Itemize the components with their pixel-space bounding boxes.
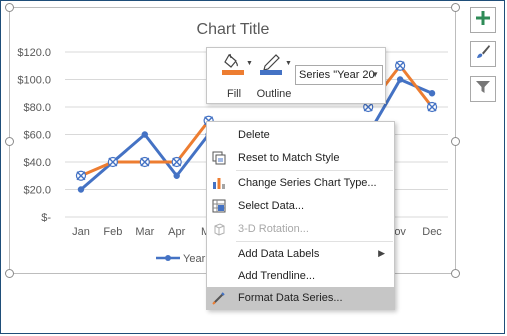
menu-item-label: Add Data Labels bbox=[238, 248, 320, 260]
chart-elements-button[interactable] bbox=[470, 7, 496, 33]
series-1-point[interactable] bbox=[396, 76, 404, 83]
menu-item-add-data-labels[interactable]: Add Data Labels ▶ bbox=[207, 243, 394, 265]
bar-chart-icon bbox=[212, 176, 226, 190]
y-tick-label: $80.0 bbox=[23, 102, 51, 114]
y-tick-label: $60.0 bbox=[23, 130, 51, 142]
series-2-point-selected[interactable] bbox=[75, 170, 87, 181]
reset-style-icon bbox=[212, 151, 226, 165]
paint-bucket-icon bbox=[222, 52, 248, 81]
series-2-point-selected[interactable] bbox=[171, 156, 182, 168]
select-data-icon bbox=[212, 199, 226, 213]
resize-handle-br[interactable] bbox=[451, 269, 460, 278]
fill-label: Fill bbox=[226, 88, 242, 100]
series-selector[interactable]: Series "Year 20 ▼ bbox=[295, 65, 383, 85]
y-tick-label: $40.0 bbox=[23, 157, 51, 169]
menu-item-label: Delete bbox=[238, 129, 270, 141]
menu-item-format-data-series[interactable]: Format Data Series... bbox=[207, 287, 394, 309]
legend-marker bbox=[165, 255, 171, 261]
menu-item-add-trendline[interactable]: Add Trendline... bbox=[207, 265, 394, 287]
x-tick-label: Feb bbox=[103, 226, 122, 238]
plus-icon bbox=[475, 10, 491, 31]
resize-handle-bl[interactable] bbox=[5, 269, 14, 278]
y-tick-label: $20.0 bbox=[23, 185, 51, 197]
outline-label: Outline bbox=[256, 88, 292, 100]
menu-item-reset-to-match-style[interactable]: Reset to Match Style bbox=[207, 147, 394, 169]
cube-icon bbox=[212, 222, 226, 236]
context-menu: Delete Reset to Match Style Change Serie… bbox=[206, 121, 395, 310]
x-tick-label: Apr bbox=[168, 226, 185, 238]
resize-handle-mr[interactable] bbox=[451, 137, 460, 146]
menu-item-label: Reset to Match Style bbox=[238, 152, 340, 164]
menu-separator bbox=[236, 241, 393, 242]
chart-filters-button[interactable] bbox=[470, 76, 496, 102]
menu-item-label: Select Data... bbox=[238, 200, 305, 212]
menu-item-label: Add Trendline... bbox=[238, 270, 316, 282]
menu-separator bbox=[236, 170, 393, 171]
series-2-point-selected[interactable] bbox=[139, 156, 150, 168]
series-selector-value: Series "Year 20 bbox=[299, 69, 375, 81]
fill-button[interactable]: ▼ Fill bbox=[212, 52, 256, 100]
series-2-point-selected[interactable] bbox=[107, 156, 118, 168]
menu-item-change-series-chart-type[interactable]: Change Series Chart Type... bbox=[207, 172, 394, 194]
series-2-point-selected[interactable] bbox=[426, 101, 438, 113]
menu-item-label: Format Data Series... bbox=[238, 292, 343, 304]
x-tick-label: Mar bbox=[135, 226, 154, 238]
x-tick-label: Dec bbox=[422, 226, 442, 238]
y-tick-label: $- bbox=[41, 212, 51, 224]
y-tick-label: $120.0 bbox=[17, 47, 51, 59]
menu-item-label: Change Series Chart Type... bbox=[238, 177, 377, 189]
filter-icon bbox=[475, 79, 491, 100]
format-mini-toolbar: ▼ Fill ▼ Outline Series "Year 20 ▼ bbox=[206, 47, 386, 104]
chart-title[interactable]: Chart Title bbox=[197, 21, 270, 38]
resize-handle-tr[interactable] bbox=[451, 3, 460, 12]
resize-handle-ml[interactable] bbox=[5, 137, 14, 146]
menu-item-select-data[interactable]: Select Data... bbox=[207, 195, 394, 217]
menu-item-delete[interactable]: Delete bbox=[207, 124, 394, 146]
outline-dropdown-icon[interactable]: ▼ bbox=[285, 60, 292, 67]
menu-item-label: 3-D Rotation... bbox=[238, 223, 309, 235]
outline-button[interactable]: ▼ Outline bbox=[252, 52, 296, 100]
y-tick-label: $100.0 bbox=[17, 75, 51, 87]
brush-icon bbox=[475, 44, 491, 65]
series-1-point[interactable] bbox=[173, 172, 180, 179]
menu-item-3d-rotation[interactable]: 3-D Rotation... bbox=[207, 218, 394, 240]
resize-handle-tl[interactable] bbox=[5, 3, 14, 12]
format-series-icon bbox=[212, 291, 226, 305]
series-2-point-selected[interactable] bbox=[395, 60, 406, 71]
chart-styles-button[interactable] bbox=[470, 41, 496, 67]
series-1-point[interactable] bbox=[77, 186, 85, 193]
x-tick-label: Jan bbox=[72, 226, 90, 238]
pencil-icon bbox=[260, 52, 286, 81]
x-tick-label: ov bbox=[394, 226, 406, 238]
submenu-arrow-icon: ▶ bbox=[378, 248, 385, 258]
chevron-down-icon: ▼ bbox=[371, 70, 379, 79]
series-1-point[interactable] bbox=[141, 131, 148, 138]
series-2-line[interactable] bbox=[80, 119, 210, 178]
series-1-point[interactable] bbox=[428, 90, 436, 97]
